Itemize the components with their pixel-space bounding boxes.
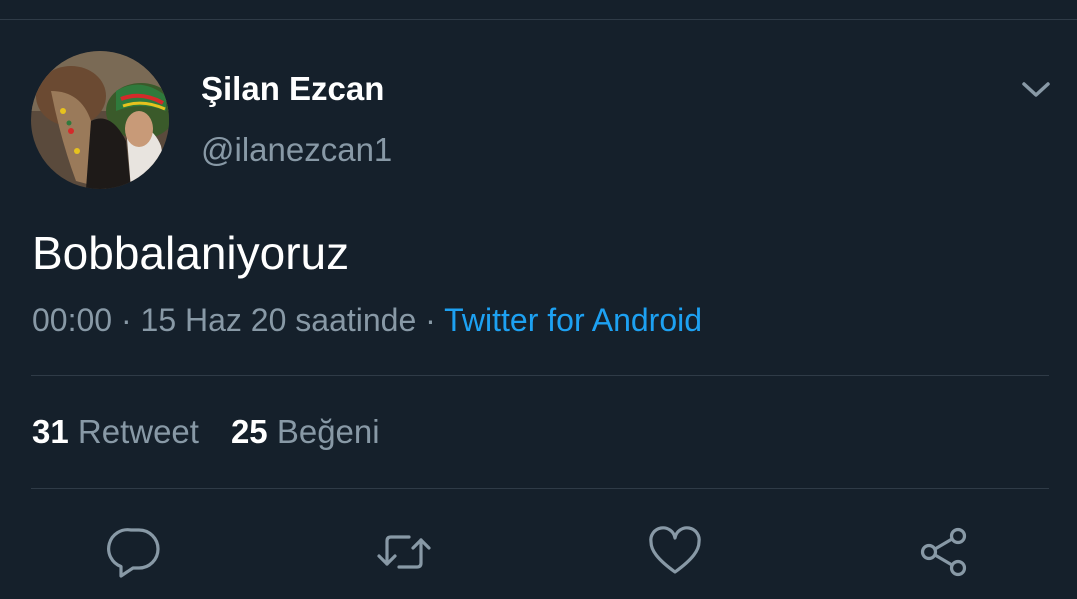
retweets-label: Retweet: [77, 413, 199, 450]
author-display-name[interactable]: Şilan Ezcan: [201, 70, 384, 108]
tweet-time: 00:00: [32, 302, 113, 338]
share-button[interactable]: [916, 524, 972, 580]
likes-stat[interactable]: 25 Beğeni: [231, 413, 380, 450]
like-button[interactable]: [647, 524, 703, 580]
meta-separator: ·: [112, 302, 141, 338]
tweet-source-link[interactable]: Twitter for Android: [444, 302, 702, 338]
likes-label: Beğeni: [276, 413, 380, 450]
heart-icon: [649, 526, 701, 574]
likes-count: 25: [230, 413, 268, 450]
chevron-down-icon[interactable]: [1016, 74, 1056, 104]
tweet-date: 15 Haz 20 saatinde: [140, 302, 417, 338]
retweet-button[interactable]: [376, 524, 432, 580]
reply-button[interactable]: [107, 524, 163, 580]
divider: [31, 488, 1049, 489]
reply-icon: [107, 528, 160, 578]
meta-separator: ·: [416, 302, 445, 338]
tweet-detail-view: Şilan Ezcan @ilanezcan1 Bobbalaniyoruz 0…: [0, 0, 1077, 599]
top-divider: [0, 19, 1077, 20]
tweet-meta: 00:00 · 15 Haz 20 saatinde · Twitter for…: [32, 302, 702, 339]
retweets-count: 31: [32, 413, 69, 450]
retweet-icon: [377, 535, 431, 569]
tweet-stats: 31 Retweet 25 Beğeni: [32, 413, 380, 451]
retweets-stat[interactable]: 31 Retweet: [32, 413, 199, 450]
share-icon: [920, 527, 967, 577]
avatar[interactable]: [31, 51, 169, 189]
tweet-text: Bobbalaniyoruz: [32, 227, 350, 279]
author-handle[interactable]: @ilanezcan1: [201, 131, 392, 169]
divider: [31, 375, 1049, 376]
